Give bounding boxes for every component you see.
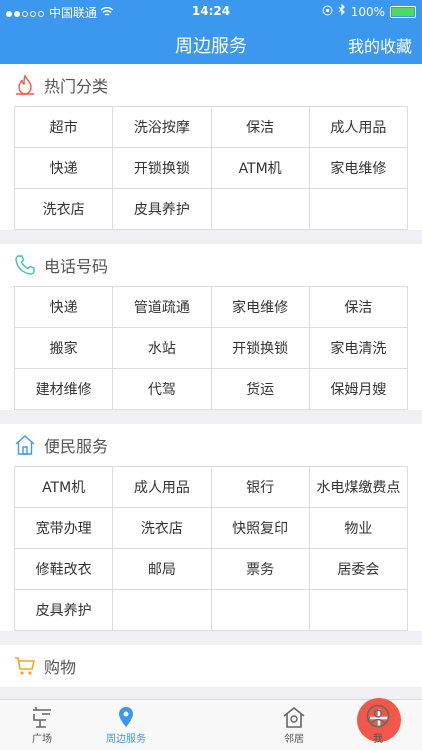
favorites-button[interactable]: 我的收藏: [348, 33, 412, 57]
tab-nearby-services[interactable]: 周边服务: [84, 700, 168, 750]
section-title: 热门分类: [44, 77, 109, 96]
section-2: 便民服务 ATM机 成人用品 银行 水电煤缴费点宽带办理 洗衣店 快照复印 物业修鞋改衣 邮局票…: [0, 424, 422, 631]
rotation-lock-icon: [322, 5, 333, 19]
tab-me[interactable]: 我: [336, 700, 420, 750]
tab-label: 邻居: [284, 734, 304, 745]
service-item[interactable]: 建材维修: [15, 369, 114, 410]
section-3: 购物: [0, 645, 422, 687]
section-title: 便民服务: [44, 437, 109, 456]
empty-cell: [211, 189, 310, 230]
section-header: 便民服务: [0, 424, 422, 466]
battery-percent: 100%: [350, 4, 385, 19]
service-item[interactable]: 票务: [211, 549, 310, 590]
service-item[interactable]: 皮具养护: [113, 189, 212, 230]
service-item[interactable]: 保洁: [211, 107, 310, 148]
profile-icon: [336, 700, 420, 728]
section-1: 电话号码快递 管道疏通 家电维修 保洁搬家 水站 开锁换锁 家电清洗建材维修 代驾 货运 保姆月嫂: [0, 244, 422, 410]
service-item[interactable]: 水站: [113, 328, 212, 369]
service-grid: 超市 洗浴按摩 保洁 成人用品快递 开锁换锁 ATM机 家电维修洗衣店 皮具养护: [14, 106, 408, 230]
section-header: 电话号码: [0, 244, 422, 286]
service-item[interactable]: 代驾: [113, 369, 212, 410]
battery-icon: [390, 5, 416, 18]
tab-label: 我: [373, 734, 383, 745]
empty-cell: [309, 189, 408, 230]
service-item[interactable]: 成人用品: [113, 467, 212, 508]
service-item[interactable]: 管道疏通: [113, 287, 212, 328]
tab-neighbors[interactable]: 邻居: [252, 700, 336, 750]
nav-bar: 周边服务 我的收藏: [0, 22, 422, 64]
empty-cell: [309, 590, 408, 631]
service-item[interactable]: 快递: [15, 148, 114, 189]
service-item[interactable]: 洗衣店: [15, 189, 114, 230]
neighbor-icon: [252, 700, 336, 728]
tab-plaza[interactable]: 广场: [0, 700, 84, 750]
empty-cell: [211, 590, 310, 631]
service-grid: ATM机 成人用品 银行 水电煤缴费点宽带办理 洗衣店 快照复印 物业修鞋改衣 邮局 票务 居委会…: [14, 466, 408, 631]
plaza-icon: [0, 700, 84, 728]
empty-cell: [113, 590, 212, 631]
section-header: 热门分类: [0, 64, 422, 106]
service-item[interactable]: 物业: [309, 508, 408, 549]
service-item[interactable]: 邮局: [113, 549, 212, 590]
tab-label: 广场: [32, 734, 52, 745]
section-title: 电话号码: [44, 257, 109, 276]
tab-label: 周边服务: [106, 734, 146, 745]
service-item[interactable]: 超市: [15, 107, 114, 148]
section-title: 购物: [44, 658, 77, 677]
cart-icon: [14, 655, 36, 677]
service-item[interactable]: 开锁换锁: [113, 148, 212, 189]
location-pin-icon: [84, 700, 168, 728]
bluetooth-icon: [338, 3, 346, 19]
service-item[interactable]: 水电煤缴费点: [309, 467, 408, 508]
house-icon: [14, 434, 36, 456]
service-item[interactable]: 宽带办理: [15, 508, 114, 549]
service-grid: 快递 管道疏通 家电维修 保洁搬家 水站 开锁换锁 家电清洗建材维修 代驾 货运 保姆月嫂: [14, 286, 408, 410]
tab-post: [168, 698, 401, 750]
service-item[interactable]: 保姆月嫂: [309, 369, 408, 410]
service-item[interactable]: ATM机: [15, 467, 114, 508]
tab-bar: 广场 周边服务 邻居 我: [0, 698, 422, 750]
section-0: 热门分类超市 洗浴按摩 保洁 成人用品快递 开锁换锁 ATM机 家电维修洗衣店 皮具养护: [0, 64, 422, 230]
content-scroll[interactable]: 热门分类 超市 洗浴按摩 保洁 成人用品 快递 开锁换锁 ATM机 家电维修 洗衣店 皮具养护 电话号…: [0, 64, 422, 700]
section-header: 购物: [0, 645, 422, 687]
service-item[interactable]: 银行: [211, 467, 310, 508]
service-item[interactable]: 快递: [15, 287, 114, 328]
service-item[interactable]: 成人用品: [309, 107, 408, 148]
service-item[interactable]: 皮具养护: [15, 590, 114, 631]
status-right: 100%: [322, 3, 416, 19]
service-item[interactable]: 洗浴按摩: [113, 107, 212, 148]
service-item[interactable]: 洗衣店: [113, 508, 212, 549]
fire-icon: [14, 74, 36, 96]
service-item[interactable]: 快照复印: [211, 508, 310, 549]
phone-icon: [14, 254, 36, 276]
service-item[interactable]: 搬家: [15, 328, 114, 369]
service-item[interactable]: 居委会: [309, 549, 408, 590]
service-item[interactable]: 开锁换锁: [211, 328, 310, 369]
service-item[interactable]: 货运: [211, 369, 310, 410]
service-item[interactable]: 家电维修: [309, 148, 408, 189]
service-item[interactable]: 家电维修: [211, 287, 310, 328]
service-item[interactable]: ATM机: [211, 148, 310, 189]
service-item[interactable]: 家电清洗: [309, 328, 408, 369]
service-item[interactable]: 保洁: [309, 287, 408, 328]
status-bar: 中国联通 14:24 100%: [0, 0, 422, 22]
service-item[interactable]: 修鞋改衣: [15, 549, 114, 590]
